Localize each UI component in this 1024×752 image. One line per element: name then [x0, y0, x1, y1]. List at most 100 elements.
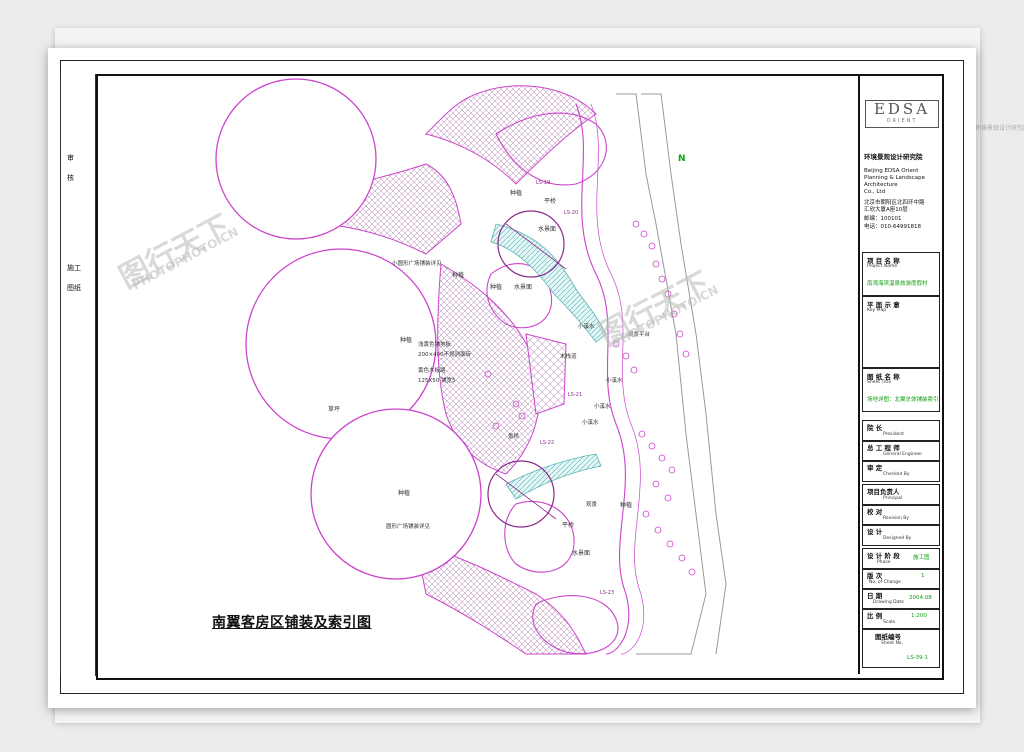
- project-name-box: 项 目 名 称 Project Name 南湾海滨温泉旅游度假村: [862, 252, 940, 296]
- edsa-logo: EDSA ORIENT: [865, 100, 939, 128]
- principal-label: 项目负责人: [867, 488, 900, 496]
- ref-tag: LS-20: [564, 210, 579, 216]
- firm-name-en: Co., Ltd: [864, 189, 886, 195]
- label-stream: 小溪水: [582, 420, 599, 426]
- date-label-en: Drawing Date: [873, 600, 904, 605]
- chief-engineer-label: 总 工 程 师: [867, 444, 900, 452]
- planting-bed: [504, 500, 575, 573]
- date-value: 2004.08: [909, 595, 932, 601]
- label-scenery: 景桥: [508, 434, 520, 440]
- ref-tag: LS-21: [568, 392, 583, 398]
- checked-label-en: Checked By: [883, 472, 910, 477]
- label-wood: 木栈道: [560, 354, 577, 360]
- revision-label: 校 对: [867, 508, 883, 516]
- checked-label: 审 定: [867, 464, 883, 472]
- scale-label: 比 例: [867, 612, 883, 620]
- label-grass: 草坪: [328, 406, 341, 413]
- change-label-en: No. of Change: [869, 580, 901, 585]
- firm-name-en: Planning & Landscape: [864, 175, 926, 181]
- strip-mark: 审: [67, 154, 74, 162]
- strip-mark: 施工: [67, 264, 81, 272]
- label-detail: 圆形广场铺装详见: [386, 524, 431, 530]
- designed-label-en: Designed By: [883, 536, 912, 541]
- label-detail: 小圆形广场铺装详见: [392, 261, 442, 267]
- scale-row: 比 例 Scale 1:200: [862, 608, 940, 630]
- firm-phone: 电话：010-64991818: [864, 224, 921, 230]
- site-plan: [215, 78, 727, 655]
- sheet-number-row: 图纸编号 Sheet No. LS-39-1: [862, 628, 940, 668]
- paving-area-top: [425, 85, 597, 185]
- ref-tag: LS-22: [540, 440, 555, 446]
- designed-row: 设 计 Designed By: [862, 524, 940, 546]
- change-value: 1: [921, 573, 925, 579]
- planting-circle: [310, 408, 482, 580]
- project-label-en: Project Name: [867, 264, 898, 269]
- president-label-en: President: [883, 432, 904, 437]
- principal-row: 项目负责人 Principal: [862, 484, 940, 506]
- firm-zip: 邮编：100101: [864, 216, 902, 222]
- phase-label-en: Phase: [877, 560, 891, 565]
- firm-name-cn: 环境景观设计研究院: [864, 153, 923, 161]
- firm-name-en: Architecture: [864, 182, 898, 188]
- label-stream: 小溪水: [606, 378, 623, 384]
- president-label: 院 长: [867, 424, 883, 432]
- label-platform: 平桥: [544, 198, 557, 205]
- change-label: 版 次: [867, 572, 883, 580]
- back-sheet-text: 环境景观设计研究院: [975, 125, 1024, 132]
- date-label: 日 期: [867, 592, 883, 600]
- designed-label: 设 计: [867, 528, 883, 536]
- label-platform: 平桥: [562, 522, 575, 529]
- label-note: 200×400不规则面砖: [418, 352, 472, 358]
- scale-label-en: Scale: [883, 620, 896, 625]
- strip-mark: 核: [67, 174, 74, 182]
- label-plant: 种植: [452, 272, 465, 279]
- sheet-number-label: 图纸编号: [875, 633, 901, 641]
- phase-label: 设 计 阶 段: [867, 552, 900, 560]
- north-arrow: N: [678, 154, 686, 164]
- east-edge-2: [641, 93, 727, 655]
- logo-subtext: ORIENT: [886, 118, 918, 124]
- sheet-number-value: LS-39-1: [907, 655, 929, 661]
- president-row: 院 长 President: [862, 420, 940, 442]
- east-edge: [616, 93, 707, 655]
- change-row: 版 次 No. of Change 1: [862, 568, 940, 590]
- firm-name-en: Beijing EDSA Orient: [864, 168, 919, 174]
- checked-row: 审 定 Checked By: [862, 460, 940, 482]
- label-water: 水景面: [538, 226, 557, 233]
- label-plant: 种植: [510, 190, 523, 197]
- label-plant: 种植: [490, 284, 503, 291]
- label-water: 水景面: [572, 550, 591, 557]
- key-map-label-en: Key Map: [867, 308, 887, 313]
- left-binding-strip: 审 核 施工 图纸: [60, 74, 96, 676]
- label-note: 125X50 铺宽5: [418, 378, 456, 384]
- label-note: 黄色木板路: [418, 368, 446, 374]
- ref-tag: LS-19: [536, 180, 551, 186]
- label-overlook: 观景: [586, 502, 598, 508]
- scale-value: 1:200: [911, 613, 927, 619]
- revision-row: 校 对 Revision By: [862, 504, 940, 526]
- sheet-title-value: 场地详图：北翼总体铺装索引: [867, 397, 939, 403]
- key-map-box: 平 面 示 意 Key Map: [862, 296, 940, 368]
- label-note: 浅黄色铺地板: [418, 342, 452, 348]
- sheet-number-label-en: Sheet No.: [881, 641, 903, 646]
- label-plant: 种植: [398, 490, 411, 497]
- firm-address: 汇欣大厦A座10层: [864, 207, 908, 213]
- title-block: EDSA ORIENT 环境景观设计研究院 Beijing EDSA Orien…: [858, 76, 942, 674]
- label-stream: 小溪水: [594, 404, 611, 410]
- sheet-title-box: 图 纸 名 称 Sheet Title 场地详图：北翼总体铺装索引: [862, 368, 940, 412]
- logo-text: EDSA: [873, 100, 931, 118]
- label-plant: 种植: [400, 337, 413, 344]
- date-row: 日 期 Drawing Date 2004.08: [862, 588, 940, 610]
- principal-label-en: Principal: [883, 496, 903, 501]
- ref-tag: LS-23: [600, 590, 615, 596]
- project-value: 南湾海滨温泉旅游度假村: [867, 281, 928, 287]
- sheet-title-label-en: Sheet Title: [867, 380, 892, 385]
- chief-engineer-row: 总 工 程 师 General Engineer: [862, 440, 940, 462]
- planting-circle: [215, 78, 377, 240]
- drawing-title: 南翼客房区铺装及索引图: [212, 615, 372, 631]
- label-plant: 种植: [620, 502, 633, 509]
- revision-label-en: Revision By: [883, 516, 909, 521]
- phase-row: 设 计 阶 段 Phase 施工图: [862, 548, 940, 570]
- phase-value: 施工图: [913, 555, 930, 561]
- strip-mark: 图纸: [67, 284, 81, 292]
